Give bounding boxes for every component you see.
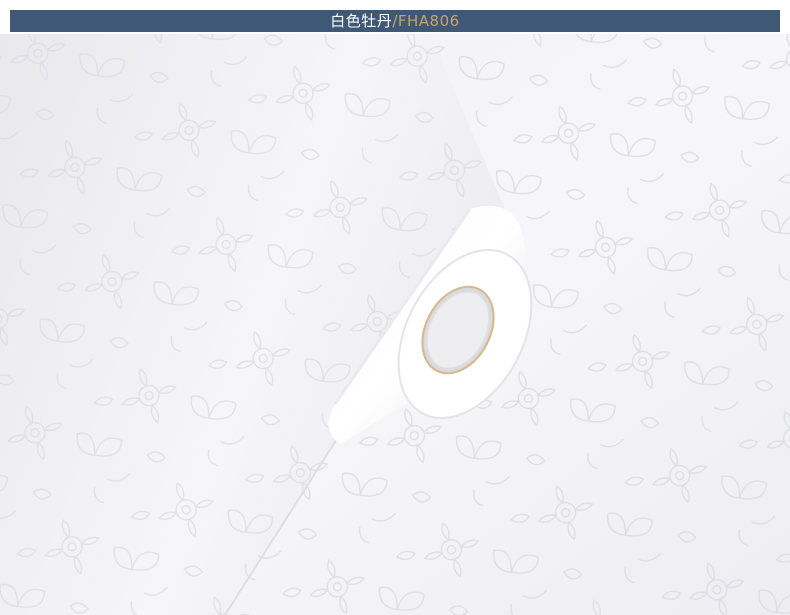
title-banner: 白色牡丹 / FHA806 — [10, 10, 780, 32]
wallpaper-roll-photo — [0, 34, 790, 615]
product-code: FHA806 — [397, 12, 460, 30]
product-page: 白色牡丹 / FHA806 — [0, 0, 790, 615]
product-photo — [0, 34, 790, 615]
product-name: 白色牡丹 — [330, 12, 393, 30]
